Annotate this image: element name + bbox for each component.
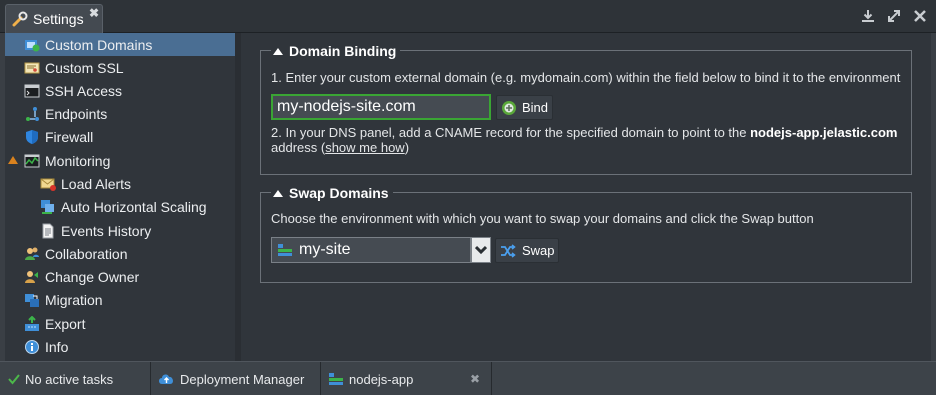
swap-domains-title: Swap Domains (289, 185, 389, 201)
shuffle-icon (500, 243, 516, 259)
download-icon[interactable] (860, 8, 876, 24)
sidebar-item-monitoring[interactable]: Monitoring (5, 149, 235, 172)
bind-icon (501, 100, 517, 116)
domain-input-value: my-nodejs-site.com (277, 98, 416, 115)
sidebar-item-export[interactable]: Export (5, 312, 235, 335)
sidebar-item-ssh-access[interactable]: SSH Access (5, 79, 235, 102)
settings-tab[interactable]: Settings ✖ (5, 4, 103, 33)
domain-binding-step1: 1. Enter your custom external domain (e.… (271, 70, 901, 85)
sidebar-item-custom-domains[interactable]: Custom Domains (5, 33, 235, 56)
bind-button[interactable]: Bind (496, 95, 553, 120)
tab-close-icon[interactable]: ✖ (89, 6, 99, 20)
sidebar-item-load-alerts[interactable]: Load Alerts (5, 172, 235, 195)
sidebar-item-custom-ssl[interactable]: Custom SSL (5, 56, 235, 79)
sidebar-item-endpoints[interactable]: Endpoints (5, 102, 235, 125)
env-tab-nodejs-app[interactable]: nodejs-app (328, 362, 413, 395)
cname-target-domain: nodejs-app.jelastic.com (750, 125, 898, 140)
domain-binding-step2-line2: address (show me how) (271, 140, 409, 155)
collapse-arrow-icon[interactable] (8, 156, 18, 164)
sidebar-item-label: SSH Access (45, 82, 123, 99)
env-tab-close-icon[interactable]: ✖ (470, 362, 480, 395)
step2-close-paren: ) (404, 140, 410, 155)
scaling-icon (40, 199, 56, 215)
step2-text: 2. In your DNS panel, add a CNAME record… (271, 125, 751, 140)
sidebar-item-label: Auto Horizontal Scaling (61, 198, 207, 215)
sidebar-item-label: Custom SSL (45, 59, 124, 76)
settings-main-panel: Domain Binding 1. Enter your custom exte… (241, 33, 931, 361)
info-icon (24, 339, 40, 355)
swap-domains-legend[interactable]: Swap Domains (271, 184, 393, 202)
deployment-manager-label: Deployment Manager (180, 371, 305, 387)
document-icon (40, 223, 56, 239)
expand-icon[interactable] (886, 8, 902, 24)
monitoring-icon (24, 153, 40, 169)
sidebar-item-events-history[interactable]: Events History (5, 219, 235, 242)
sidebar-item-migration[interactable]: Migration (5, 288, 235, 311)
sidebar-item-label: Endpoints (45, 105, 108, 122)
domains-icon (24, 37, 40, 53)
statusbar-separator (320, 362, 321, 395)
show-me-how-link[interactable]: show me how (325, 140, 404, 155)
settings-sidebar: Custom Domains Custom SSL SSH Access End… (5, 33, 235, 361)
swap-button[interactable]: Swap (495, 238, 559, 263)
sidebar-item-label: Load Alerts (61, 175, 132, 192)
swap-button-label: Swap (522, 243, 555, 258)
domain-input[interactable]: my-nodejs-site.com (271, 94, 491, 120)
sidebar-item-label: Monitoring (45, 152, 111, 169)
sidebar-item-info[interactable]: Info (5, 335, 235, 358)
status-bar: No active tasks Deployment Manager nodej… (0, 361, 936, 395)
migration-icon (24, 292, 40, 308)
statusbar-separator (150, 362, 151, 395)
sidebar-item-label: Export (45, 315, 86, 332)
alert-mail-icon (40, 176, 56, 192)
sidebar-item-label: Migration (45, 291, 103, 308)
export-icon (24, 315, 40, 332)
environment-dropdown-trigger[interactable] (471, 237, 491, 263)
environment-icon (277, 242, 293, 258)
sidebar-item-label: Info (45, 338, 69, 355)
close-icon[interactable] (912, 8, 928, 24)
sidebar-item-label: Firewall (45, 128, 94, 145)
sidebar-item-firewall[interactable]: Firewall (5, 125, 235, 148)
swap-domains-section: Swap Domains Choose the environment with… (260, 184, 912, 283)
collapse-arrow-icon (273, 47, 283, 55)
checkmark-icon (8, 373, 20, 385)
environment-icon (328, 371, 344, 387)
environment-select-value: my-site (299, 241, 351, 258)
sidebar-item-label: Collaboration (45, 245, 128, 262)
wrench-icon (12, 11, 28, 27)
tasks-status-label: No active tasks (25, 371, 114, 387)
change-owner-icon (24, 269, 40, 285)
step2-address-text: address ( (271, 140, 326, 155)
users-icon (24, 246, 40, 262)
window-titlebar: Settings ✖ (0, 0, 936, 33)
env-tab-label: nodejs-app (349, 371, 414, 387)
ssl-certificate-icon (24, 60, 40, 76)
domain-binding-legend[interactable]: Domain Binding (271, 42, 401, 60)
tasks-status[interactable]: No active tasks (8, 362, 113, 395)
bind-button-label: Bind (522, 100, 549, 115)
deployment-manager-tab[interactable]: Deployment Manager (158, 362, 304, 395)
swap-domains-description: Choose the environment with which you wa… (271, 211, 814, 226)
terminal-icon (24, 83, 40, 99)
sidebar-item-change-owner[interactable]: Change Owner (5, 265, 235, 288)
sidebar-item-collaboration[interactable]: Collaboration (5, 242, 235, 265)
statusbar-separator (491, 362, 492, 395)
sidebar-item-label: Change Owner (45, 268, 140, 285)
sidebar-item-label: Events History (61, 222, 152, 239)
domain-binding-step2: 2. In your DNS panel, add a CNAME record… (271, 125, 897, 140)
endpoints-icon (24, 106, 40, 122)
collapse-arrow-icon (273, 189, 283, 197)
shield-icon (24, 129, 40, 145)
settings-tab-title: Settings (33, 11, 84, 27)
chevron-down-icon (475, 245, 487, 255)
cloud-upload-icon (158, 372, 175, 386)
sidebar-item-label: Custom Domains (45, 36, 153, 53)
sidebar-item-auto-horizontal-scaling[interactable]: Auto Horizontal Scaling (5, 195, 235, 218)
environment-select[interactable]: my-site (271, 237, 471, 263)
domain-binding-title: Domain Binding (289, 43, 397, 59)
domain-binding-section: Domain Binding 1. Enter your custom exte… (260, 42, 912, 175)
